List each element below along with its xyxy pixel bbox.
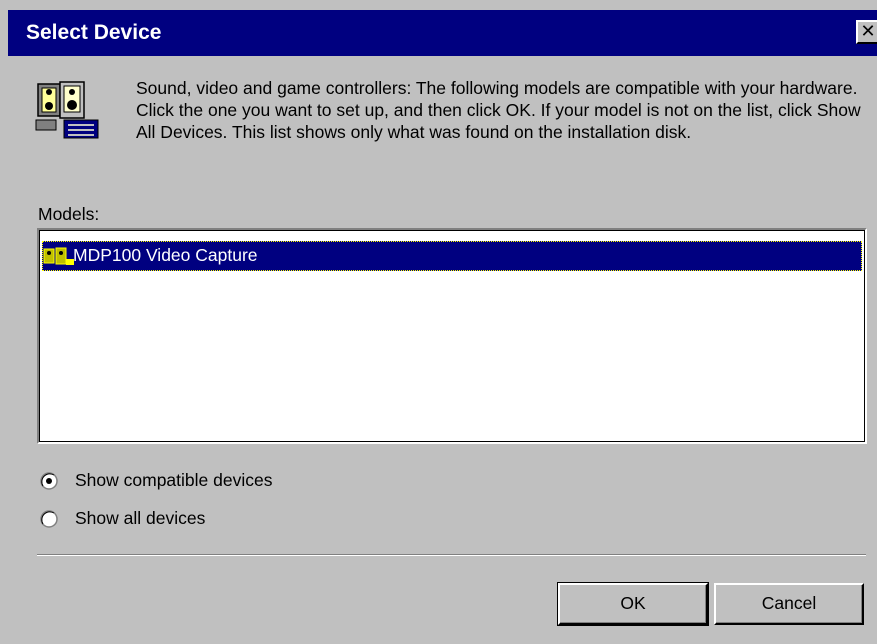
close-button[interactable]: ✕ <box>856 20 877 44</box>
list-item-label: MDP100 Video Capture <box>73 245 258 265</box>
radio-selected-icon <box>40 472 58 490</box>
window-title: Select Device <box>26 21 162 44</box>
divider <box>37 554 866 556</box>
cancel-button[interactable]: Cancel <box>714 583 864 625</box>
show-compatible-label: Show compatible devices <box>75 470 273 490</box>
ok-button[interactable]: OK <box>557 582 709 626</box>
video-capture-icon <box>43 247 74 265</box>
cancel-button-label: Cancel <box>761 593 817 613</box>
models-listbox[interactable]: MDP100 Video Capture <box>37 228 867 444</box>
close-icon: ✕ <box>860 21 876 42</box>
show-all-label: Show all devices <box>75 508 206 528</box>
list-item[interactable]: MDP100 Video Capture <box>42 241 862 271</box>
models-label: Models: <box>38 204 100 224</box>
title-bar[interactable]: Select Device ✕ <box>8 10 877 56</box>
multimedia-device-icon <box>35 81 99 139</box>
select-device-dialog: Select Device ✕ Sound, video and game co… <box>0 0 877 644</box>
radio-unselected-icon <box>40 510 58 528</box>
instructions-text: Sound, video and game controllers: The f… <box>136 78 861 142</box>
ok-button-label: OK <box>620 593 646 613</box>
